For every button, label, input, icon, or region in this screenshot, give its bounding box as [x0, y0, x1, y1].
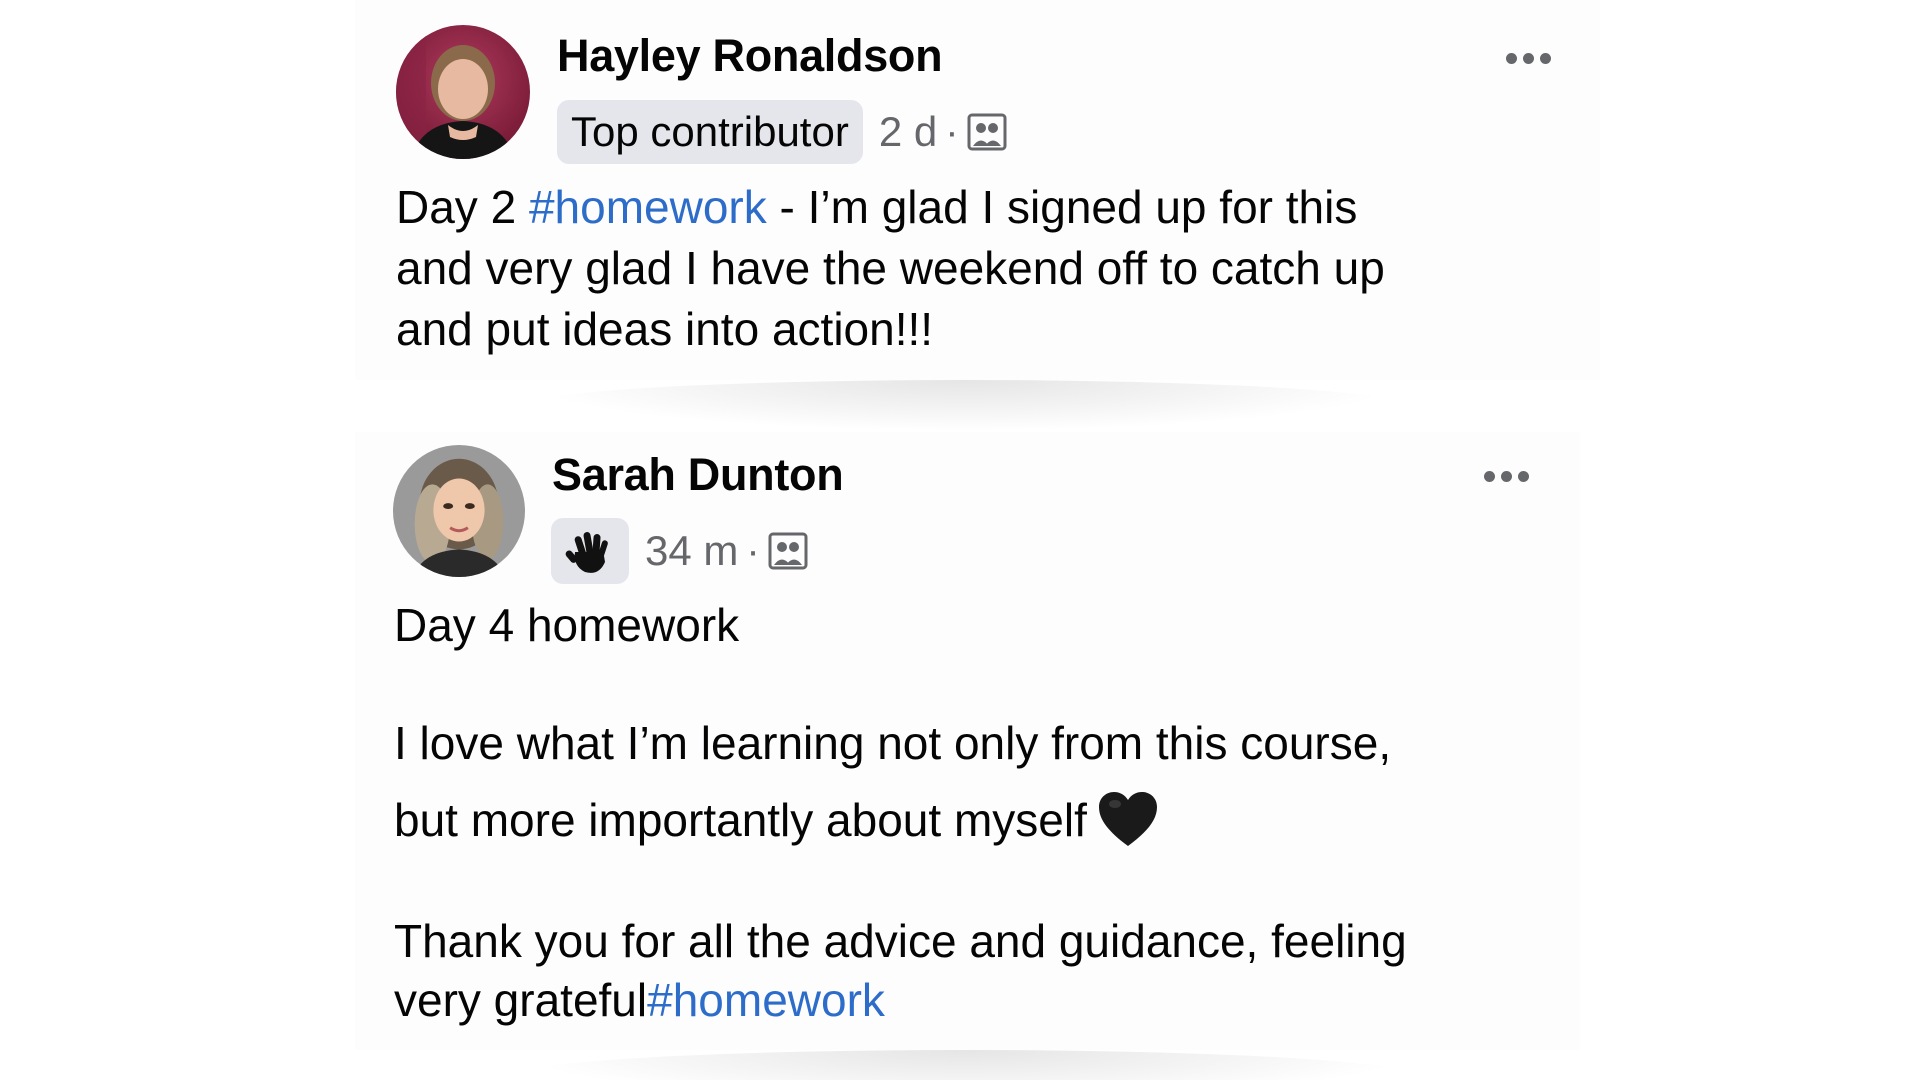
author-name[interactable]: Sarah Dunton	[552, 449, 844, 501]
hashtag-link[interactable]: #homework	[647, 974, 885, 1026]
black-heart-icon	[1097, 790, 1159, 859]
avatar-hayley	[396, 25, 530, 159]
more-options-icon[interactable]	[1484, 471, 1529, 482]
avatar-sarah	[393, 445, 525, 577]
post-timestamp[interactable]: 34 m	[645, 527, 738, 575]
group-icon	[967, 113, 1007, 151]
author-name[interactable]: Hayley Ronaldson	[557, 30, 943, 82]
feed: Hayley Ronaldson Top contributor 2 d · D…	[0, 0, 1920, 1080]
more-options-icon[interactable]	[1506, 53, 1551, 64]
post-text-line: and very glad I have the weekend off to …	[396, 242, 1385, 294]
post-divider-shadow	[530, 380, 1400, 430]
post-text-line: Day 4 homework	[394, 599, 740, 651]
text-segment: Day 2	[396, 181, 529, 233]
post-text-line: Thank you for all the advice and guidanc…	[394, 915, 1407, 967]
meta-separator: ·	[746, 528, 760, 573]
post-meta: Top contributor 2 d ·	[557, 100, 1007, 164]
post-text-line: very grateful#homework	[394, 973, 885, 1027]
post-timestamp[interactable]: 2 d	[879, 108, 937, 156]
post-text-line: but more importantly about myself	[394, 790, 1159, 859]
hashtag-link[interactable]: #homework	[529, 181, 767, 233]
text-segment: very grateful	[394, 974, 648, 1026]
text-segment: - I’m glad I signed up for this	[766, 181, 1358, 233]
post-text-line: and put ideas into action!!!	[396, 303, 934, 355]
post-text-line: I love what I’m learning not only from t…	[394, 717, 1392, 769]
post-text-line: Day 2 #homework - I’m glad I signed up f…	[396, 180, 1357, 234]
avatar[interactable]	[393, 445, 525, 577]
top-contributor-badge[interactable]: Top contributor	[557, 100, 863, 164]
meta-separator: ·	[945, 109, 959, 154]
text-segment: but more importantly about myself	[394, 794, 1087, 846]
post-divider-shadow	[520, 1050, 1410, 1080]
avatar[interactable]	[396, 25, 530, 159]
post-meta: 34 m ·	[551, 518, 808, 584]
group-icon	[768, 532, 808, 570]
waving-hand-icon[interactable]	[551, 518, 629, 584]
